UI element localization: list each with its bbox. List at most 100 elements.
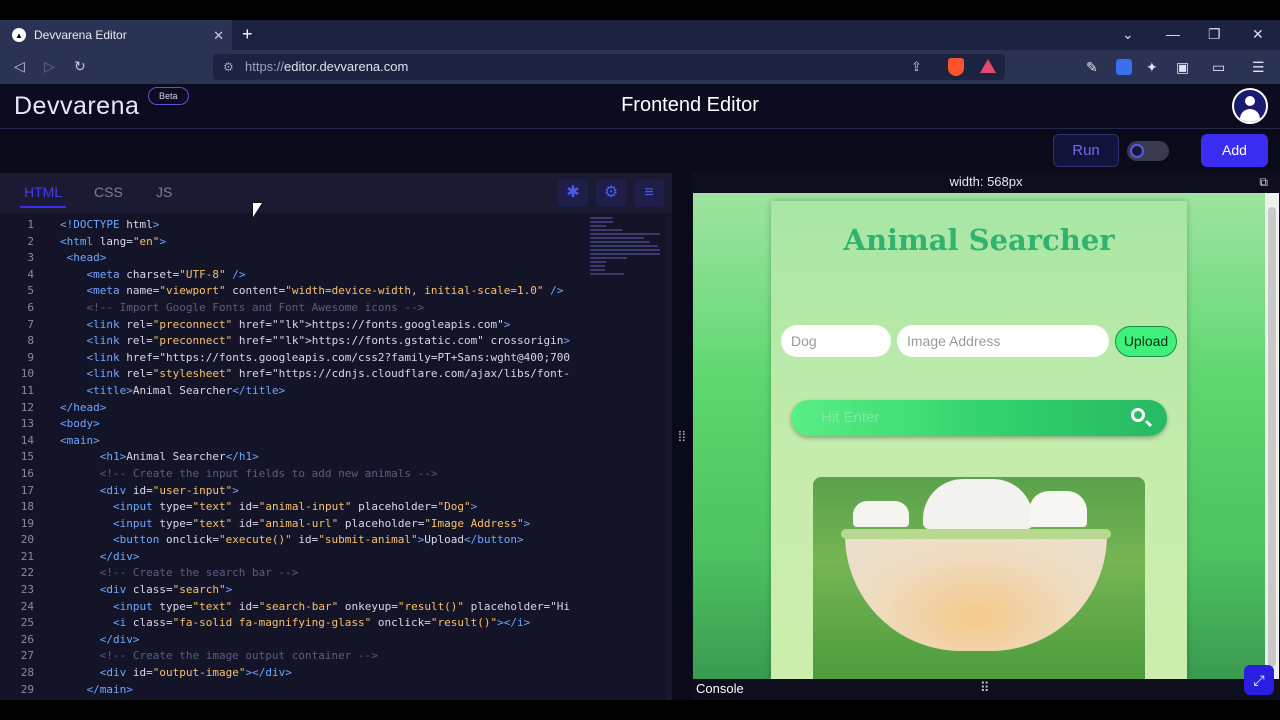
code-line[interactable]: 12 </head> <box>0 400 584 417</box>
tab-html[interactable]: HTML <box>19 184 67 208</box>
line-number: 12 <box>20 400 34 414</box>
restore-icon[interactable]: ❐ <box>1208 26 1221 43</box>
code-line[interactable]: 7 <link rel="preconnect" href=""lk">http… <box>0 317 584 334</box>
preview-scrollbar[interactable] <box>1265 193 1279 679</box>
code-text: </head> <box>60 400 107 414</box>
line-number: 22 <box>20 566 34 580</box>
favicon-icon: ▲ <box>12 28 26 42</box>
minimize-icon[interactable]: — <box>1166 26 1180 42</box>
code-line[interactable]: 28 <div id="output-image"></div> <box>0 665 584 682</box>
code-line[interactable]: 26 </div> <box>0 632 584 649</box>
menu-icon[interactable]: ☰ <box>1252 59 1265 76</box>
code-line[interactable]: 1 <!DOCTYPE html> <box>0 217 584 234</box>
code-line[interactable]: 19 <input type="text" id="animal-url" pl… <box>0 516 584 533</box>
code-line[interactable]: 10 <link rel="stylesheet" href="https://… <box>0 366 584 383</box>
wallet-icon[interactable]: ▭ <box>1212 59 1225 76</box>
code-text: <!DOCTYPE html> <box>60 218 160 231</box>
code-line[interactable]: 27 <!-- Create the image output containe… <box>0 648 584 665</box>
wrap-icon[interactable]: ≡ <box>634 179 664 207</box>
forward-icon[interactable]: ▷ <box>44 58 55 75</box>
line-number: 6 <box>27 300 34 314</box>
new-tab-icon[interactable]: + <box>242 24 253 45</box>
brave-rewards-icon[interactable] <box>980 59 996 73</box>
code-text: </div> <box>99 549 140 563</box>
address-bar[interactable]: ⚙ https://editor.devvarena.com ⇪ <box>213 54 1005 80</box>
settings-gear-icon[interactable]: ⚙ <box>596 179 626 207</box>
close-tab-icon[interactable]: ✕ <box>213 28 224 44</box>
pen-extension-icon[interactable]: ✎ <box>1086 59 1098 76</box>
code-line[interactable]: 22 <!-- Create the search bar --> <box>0 565 584 582</box>
browser-tab[interactable]: ▲ Devvarena Editor ✕ <box>0 20 232 50</box>
code-line[interactable]: 13 <body> <box>0 416 584 433</box>
code-line[interactable]: 14 <main> <box>0 433 584 450</box>
editor-toolbar: Run Add <box>0 129 1280 173</box>
auto-run-toggle[interactable] <box>1127 141 1169 161</box>
code-line[interactable]: 5 <meta name="viewport" content="width=d… <box>0 283 584 300</box>
animal-input[interactable]: Dog <box>781 325 891 357</box>
line-number: 20 <box>20 533 34 547</box>
code-line[interactable]: 11 <title>Animal Searcher</title> <box>0 383 584 400</box>
line-number: 5 <box>27 284 34 298</box>
code-text: <link rel="stylesheet" href="https://cdn… <box>86 367 571 381</box>
site-settings-icon[interactable]: ⚙ <box>223 54 234 80</box>
brave-shield-icon[interactable] <box>948 58 964 76</box>
line-number: 14 <box>20 433 34 447</box>
tab-css[interactable]: CSS <box>94 184 123 200</box>
avatar[interactable] <box>1232 88 1268 124</box>
code-line[interactable]: 25 <i class="fa-solid fa-magnifying-glas… <box>0 615 584 632</box>
code-line[interactable]: 8 <link rel="preconnect" href=""lk">http… <box>0 333 584 350</box>
code-line[interactable]: 24 <input type="text" id="search-bar" on… <box>0 599 584 616</box>
minimap[interactable] <box>590 217 666 277</box>
extension-icon[interactable] <box>1116 59 1132 75</box>
code-line[interactable]: 6 <!-- Import Google Fonts and Font Awes… <box>0 300 584 317</box>
code-line[interactable]: 4 <meta charset="UTF-8" /> <box>0 267 584 284</box>
search-icon[interactable] <box>1131 408 1145 422</box>
extensions-puzzle-icon[interactable]: ✦ <box>1146 59 1158 76</box>
user-icon-head <box>1245 96 1255 106</box>
share-icon[interactable]: ⇪ <box>911 54 922 80</box>
preview-scroll-thumb[interactable] <box>1268 207 1276 667</box>
reload-icon[interactable]: ↻ <box>74 58 86 75</box>
code-area[interactable]: 1 <!DOCTYPE html> 2 <html lang="en"> 3 <head… <box>0 217 584 700</box>
line-number: 25 <box>20 616 34 630</box>
code-line[interactable]: 23 <div class="search"> <box>0 582 584 599</box>
animal-image <box>813 477 1145 679</box>
code-line[interactable]: 20 <button onclick="execute()" id="submi… <box>0 532 584 549</box>
line-number: 27 <box>20 649 34 663</box>
close-window-icon[interactable]: ✕ <box>1252 26 1264 43</box>
line-number: 4 <box>27 267 34 281</box>
code-line[interactable]: 3 <head> <box>0 250 584 267</box>
console-label[interactable]: Console <box>696 681 744 696</box>
code-text: <title>Animal Searcher</title> <box>86 383 286 397</box>
url-scheme: https:// <box>245 59 285 74</box>
code-line[interactable]: 15 <h1>Animal Searcher</h1> <box>0 449 584 466</box>
code-line[interactable]: 2 <html lang="en"> <box>0 234 584 251</box>
code-line[interactable]: 16 <!-- Create the input fields to add n… <box>0 466 584 483</box>
run-button[interactable]: Run <box>1053 134 1119 167</box>
code-line[interactable]: 29 </main> <box>0 682 584 699</box>
toggle-knob <box>1130 144 1144 158</box>
console-resize-icon[interactable]: ⠿ <box>980 680 990 696</box>
code-line[interactable]: 21 </div> <box>0 549 584 566</box>
line-number: 1 <box>27 218 34 231</box>
preview-viewport: Animal Searcher Dog Image Address Upload… <box>693 193 1265 679</box>
add-button[interactable]: Add <box>1201 134 1268 167</box>
code-line[interactable]: 9 <link href="https://fonts.googleapis.c… <box>0 350 584 367</box>
open-new-window-icon[interactable]: ⧉ <box>1259 175 1268 190</box>
format-icon[interactable]: ✱ <box>558 179 588 207</box>
tab-search-icon[interactable]: ⌄ <box>1122 26 1134 43</box>
image-address-input[interactable]: Image Address <box>897 325 1109 357</box>
back-icon[interactable]: ◁ <box>14 58 25 75</box>
upload-button[interactable]: Upload <box>1115 326 1177 357</box>
expand-icon[interactable]: ⤢ <box>1244 665 1274 695</box>
editor-scrollbar[interactable] <box>666 217 672 700</box>
code-line[interactable]: 18 <input type="text" id="animal-input" … <box>0 499 584 516</box>
code-text: <!-- Create the search bar --> <box>60 566 299 580</box>
minimap-line <box>590 269 605 271</box>
splitter-handle-icon[interactable]: ⁞⁞ <box>678 428 686 444</box>
search-bar[interactable]: Hit Enter <box>791 400 1167 436</box>
code-line[interactable]: 17 <div id="user-input"> <box>0 483 584 500</box>
tab-js[interactable]: JS <box>156 184 172 200</box>
sidebar-icon[interactable]: ▣ <box>1176 59 1189 76</box>
code-text: <html lang="en"> <box>60 234 166 248</box>
